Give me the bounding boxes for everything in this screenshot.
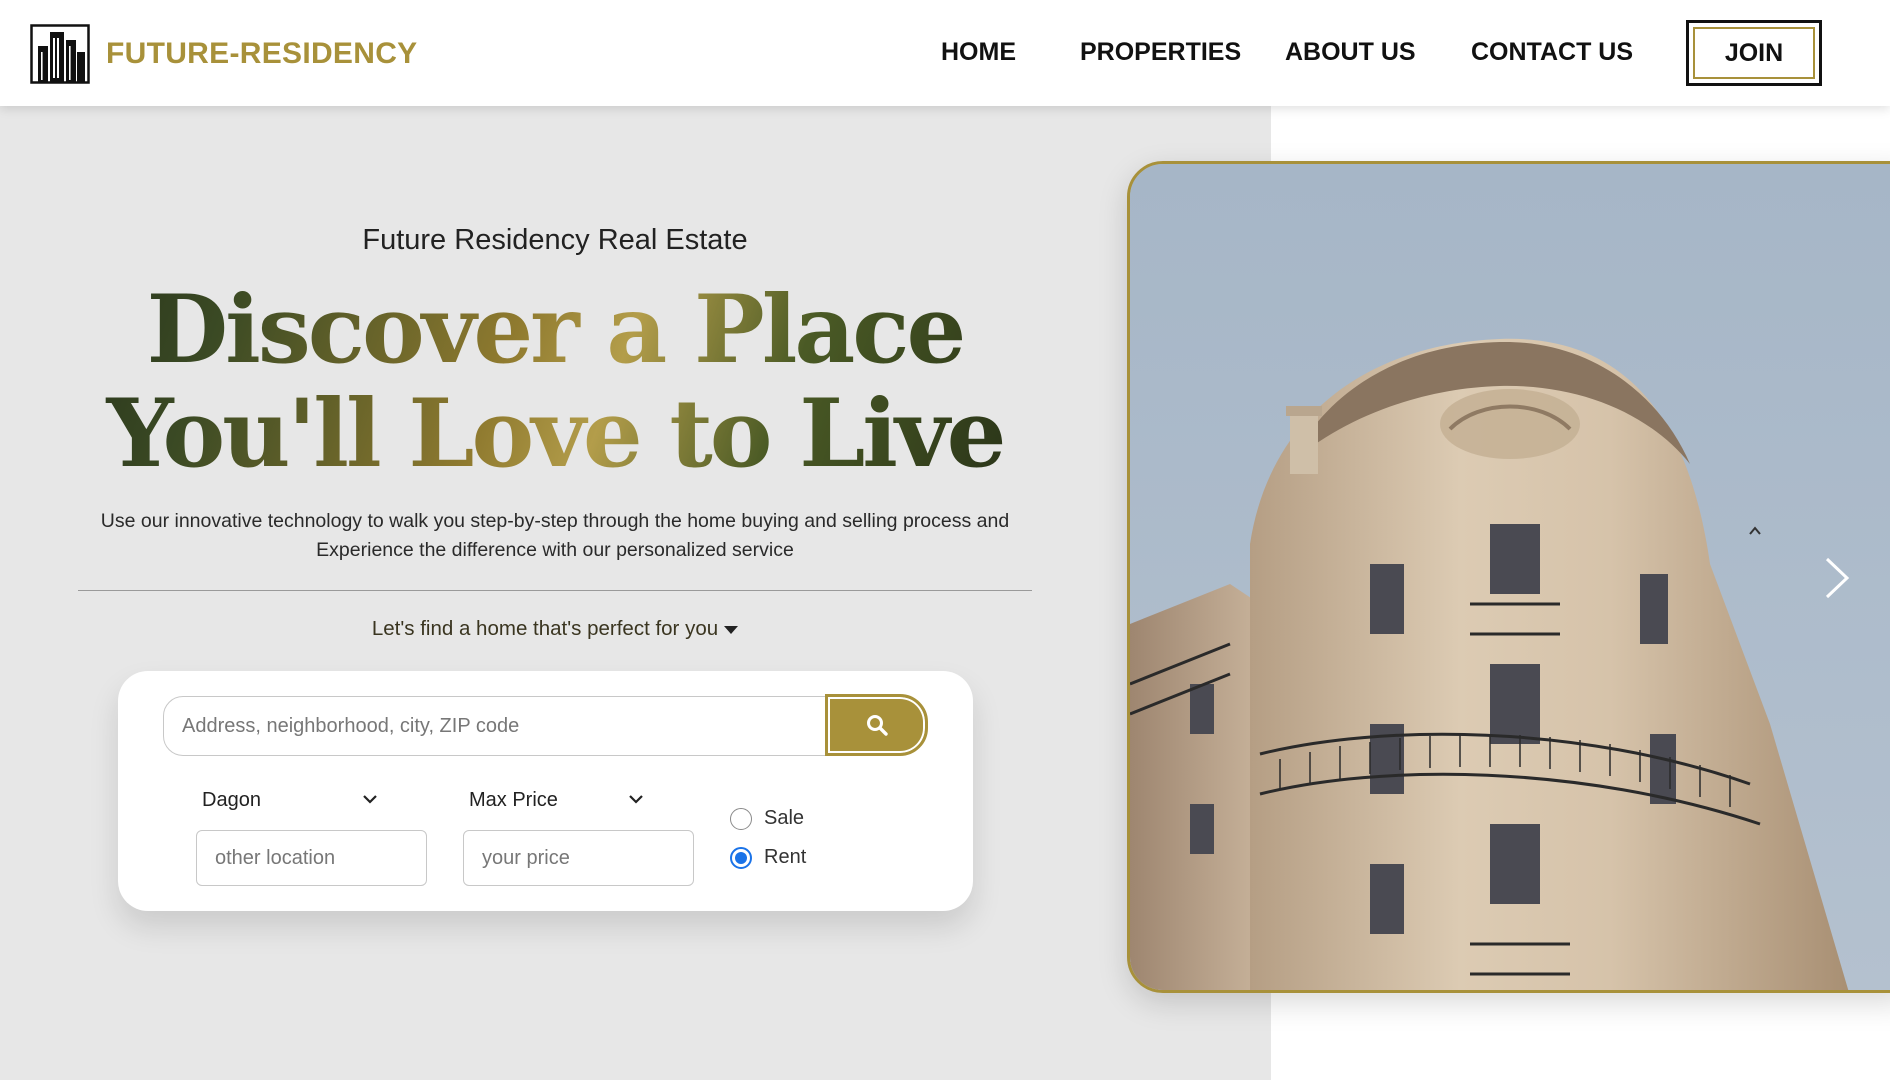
radio-rent[interactable]: Rent (730, 846, 806, 869)
price-field[interactable] (463, 830, 694, 886)
hero-description: Use our innovative technology to walk yo… (0, 507, 1110, 565)
brand-name: FUTURE-RESIDENCY (106, 37, 418, 70)
radio-rent-control[interactable] (730, 846, 752, 869)
search-card: Dagon Max Price Sale Rent (118, 671, 973, 911)
radio-sale-control[interactable] (730, 807, 752, 830)
brand-logo[interactable]: FUTURE-RESIDENCY (30, 24, 417, 84)
search-button[interactable] (825, 694, 928, 756)
radio-rent-label: Rent (764, 846, 807, 868)
hero-eyebrow: Future Residency Real Estate (362, 224, 748, 256)
location-select-value: Dagon (202, 789, 261, 811)
radio-sale[interactable]: Sale (730, 807, 804, 830)
nav-contact-us[interactable]: CONTACT US (1471, 38, 1633, 67)
nav-about-us[interactable]: ABOUT US (1285, 38, 1416, 67)
nav-home[interactable]: HOME (941, 38, 1016, 67)
join-button[interactable]: JOIN (1686, 20, 1822, 86)
hero-headline-line-1: Discover a Place (146, 275, 964, 385)
buildings-icon (30, 24, 90, 84)
chevron-down-icon (629, 795, 643, 804)
max-price-select-value: Max Price (469, 789, 558, 811)
hero-description-line-2: Experience the difference with our perso… (316, 539, 794, 561)
hero-headline: Discover a Place You'll Love to Live (0, 278, 1110, 486)
search-prompt-text: Let's find a home that's perfect for you (371, 617, 719, 640)
parisian-building-photo (1130, 164, 1890, 990)
chevron-down-icon (363, 795, 377, 804)
join-button-label: JOIN (1724, 38, 1784, 67)
search-icon (866, 715, 888, 736)
hero-image-carousel (1127, 161, 1890, 993)
nav-properties[interactable]: PROPERTIES (1080, 38, 1241, 67)
search-input[interactable] (163, 696, 828, 756)
search-prompt[interactable]: Let's find a home that's perfect for you (0, 617, 1110, 641)
caret-down-icon (724, 625, 739, 634)
site-header: FUTURE-RESIDENCY HOME PROPERTIES ABOUT U… (0, 0, 1890, 106)
hero-divider (78, 590, 1032, 591)
radio-sale-label: Sale (764, 807, 805, 829)
hero-description-line-1: Use our innovative technology to walk yo… (100, 510, 1010, 532)
chevron-right-icon[interactable] (1822, 555, 1852, 601)
other-location-field[interactable] (196, 830, 427, 886)
hero-headline-line-2: You'll Love to Live (106, 379, 1004, 489)
